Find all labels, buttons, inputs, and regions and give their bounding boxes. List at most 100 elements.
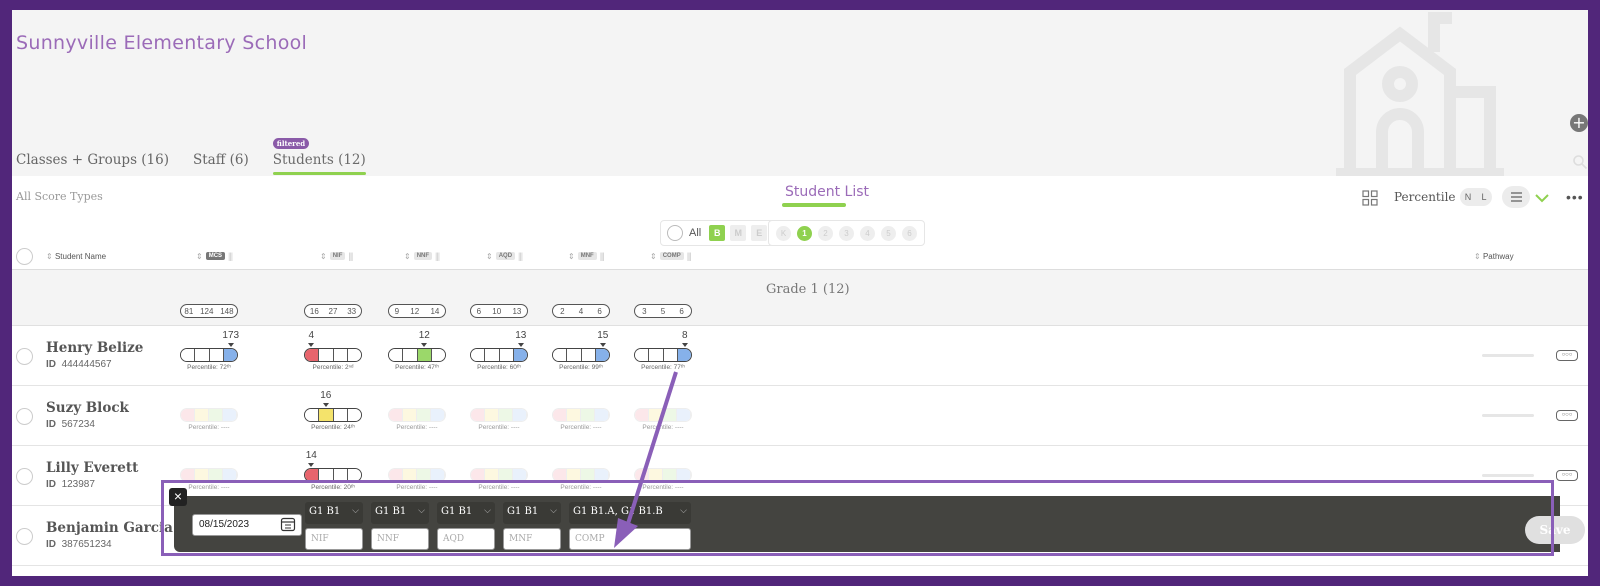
student-name[interactable]: Suzy Block (46, 400, 129, 416)
score-cell[interactable]: Percentile: ---- (470, 390, 528, 442)
sort-icon[interactable]: ⇕ (486, 252, 493, 261)
cutpoint-value: 6 (476, 306, 482, 316)
bars-icon: ||| (348, 251, 353, 261)
score-cell[interactable]: 4 Percentile: 2ⁿᵈ (304, 330, 362, 382)
benchmark-cutpoints: 3 5 6 (634, 304, 692, 318)
percentile-text: Percentile: 60ᵗʰ (477, 364, 521, 371)
list-view-button[interactable] (1502, 186, 1530, 208)
measure-header[interactable]: ⇕ NIF ||| (320, 251, 353, 261)
score-cell[interactable]: Percentile: ---- (388, 390, 446, 442)
measure-tag: NIF (329, 252, 346, 260)
table-header: ⇕ Student Name ⇕ MCS ||| ⇕ NIF ||| ⇕ NNF ||| ⇕ AQD… (12, 246, 1588, 270)
pathway-link-icon[interactable]: ○○○ (1556, 350, 1578, 361)
student-name[interactable]: Henry Belize (46, 340, 143, 356)
student-id: ID 387651234 (46, 539, 112, 550)
score-cell[interactable]: 12 Percentile: 47ᵗʰ (388, 330, 446, 382)
search-icon[interactable] (1572, 154, 1588, 170)
measure-tag: COMP (659, 252, 684, 260)
percentile-text: Percentile: 47ᵗʰ (395, 364, 439, 371)
benchmark-cutpoints: 16 27 33 (304, 304, 362, 318)
row-checkbox[interactable] (16, 348, 33, 365)
score-cell[interactable]: 15 Percentile: 99ᵗʰ (552, 330, 610, 382)
sort-icon[interactable]: ⇕ (404, 252, 411, 261)
score-cell[interactable]: 16 Percentile: 24ᵗʰ (304, 390, 362, 442)
grade-filter-3[interactable]: 3 (839, 225, 854, 241)
filter-level-end[interactable]: E (751, 225, 768, 241)
grade-filter-2[interactable]: 2 (818, 225, 833, 241)
score-display-label[interactable]: Percentile (1394, 190, 1456, 204)
benchmark-cutpoints: 9 12 14 (388, 304, 446, 318)
cutpoint-value: 6 (597, 306, 602, 316)
score-cell[interactable]: Percentile: ---- (634, 390, 692, 442)
grade-title: Grade 1 (12) (766, 282, 850, 297)
select-all-checkbox[interactable] (16, 248, 33, 265)
tab-label: Classes + Groups (16) (16, 152, 169, 168)
more-options-icon[interactable]: ••• (1566, 190, 1584, 204)
measure-tag: NNF (413, 252, 433, 260)
cutpoint-value: 9 (394, 306, 400, 316)
sort-icon[interactable]: ⇕ (320, 252, 327, 261)
student-name-header[interactable]: ⇕ Student Name (46, 252, 106, 261)
score-cell[interactable]: 173 Percentile: 72ᵗʰ (180, 330, 239, 382)
pathway-header[interactable]: ⇕ Pathway (1474, 252, 1514, 261)
level-filter: All B M E (660, 220, 775, 246)
grade-filter-6[interactable]: 6 (902, 225, 917, 241)
score-marker (681, 343, 688, 347)
pathway-link-icon[interactable]: ○○○ (1556, 470, 1578, 481)
measure-header[interactable]: ⇕ MNF ||| (568, 251, 605, 261)
bars-icon: ||| (599, 251, 605, 261)
filter-level-middle[interactable]: M (730, 225, 747, 241)
school-name: Sunnyville Elementary School (16, 32, 308, 54)
score-value: 12 (418, 330, 430, 341)
grid-view-icon[interactable] (1362, 190, 1378, 206)
sort-icon[interactable]: ⇕ (650, 252, 657, 261)
grade-filter-5[interactable]: 5 (881, 225, 896, 241)
measure-header[interactable]: ⇕ NNF ||| (404, 251, 440, 261)
sort-icon[interactable]: ⇕ (196, 252, 203, 261)
benchmark-cutpoints: 81 124 148 (180, 304, 238, 318)
list-icon (1511, 192, 1522, 202)
measure-header[interactable]: ⇕ COMP ||| (650, 251, 692, 261)
score-cell[interactable]: 13 Percentile: 60ᵗʰ (470, 330, 528, 382)
norm-toggle[interactable]: N L (1460, 188, 1492, 206)
score-value: 16 (320, 390, 332, 401)
pathway-link-icon[interactable]: ○○○ (1556, 410, 1578, 421)
sort-icon[interactable]: ⇕ (568, 252, 575, 261)
cutpoint-value: 124 (200, 306, 214, 316)
grade-filter-4[interactable]: 4 (860, 225, 875, 241)
percentile-text: Percentile: 99ᵗʰ (559, 364, 603, 371)
measure-header[interactable]: ⇕ MCS ||| (196, 251, 233, 261)
toggle-n[interactable]: N (1460, 188, 1476, 206)
pathway-progress (1482, 474, 1534, 477)
score-marker (308, 343, 315, 347)
student-name[interactable]: Lilly Everett (46, 460, 138, 476)
measure-tag: MCS (205, 252, 226, 260)
score-cell[interactable]: Percentile: ---- (552, 390, 610, 442)
toggle-l[interactable]: L (1476, 188, 1492, 206)
filter-level-beginning[interactable]: B (709, 225, 726, 241)
row-checkbox[interactable] (16, 408, 33, 425)
row-checkbox[interactable] (16, 468, 33, 485)
chevron-down-icon[interactable] (1534, 190, 1550, 206)
row-checkbox[interactable] (16, 528, 33, 545)
score-cell[interactable]: Percentile: ---- (180, 390, 238, 442)
student-name[interactable]: Benjamin Garcia (46, 520, 173, 536)
grade-group-row: Grade 1 (12) 81 124 148 16 27 33 9 12 14 6 10 13 2 4 6… (12, 270, 1588, 326)
cutpoint-value: 148 (220, 306, 234, 316)
score-cell[interactable]: 8 Percentile: 77ᵗʰ (634, 330, 692, 382)
cutpoint-value: 14 (430, 306, 440, 316)
measure-tag: MNF (577, 252, 597, 260)
cutpoint-value: 12 (410, 306, 420, 316)
measure-tag: AQD (495, 252, 516, 260)
filter-all-radio[interactable] (667, 225, 683, 241)
view-title[interactable]: Student List (782, 184, 872, 200)
student-row[interactable]: Henry Belize ID 444444567 173 Percentile: 7… (12, 326, 1588, 386)
score-marker (599, 343, 606, 347)
measure-header[interactable]: ⇕ AQD ||| (486, 251, 523, 261)
grade-filter-k[interactable]: K (776, 225, 791, 241)
add-button[interactable]: + (1570, 114, 1588, 132)
student-row[interactable]: Suzy Block ID 567234 Percentile: ---- 16 Per… (12, 386, 1588, 446)
score-type-selector[interactable]: All Score Types (16, 190, 103, 203)
score-level-bar (180, 348, 238, 362)
grade-filter-1[interactable]: 1 (797, 225, 812, 241)
